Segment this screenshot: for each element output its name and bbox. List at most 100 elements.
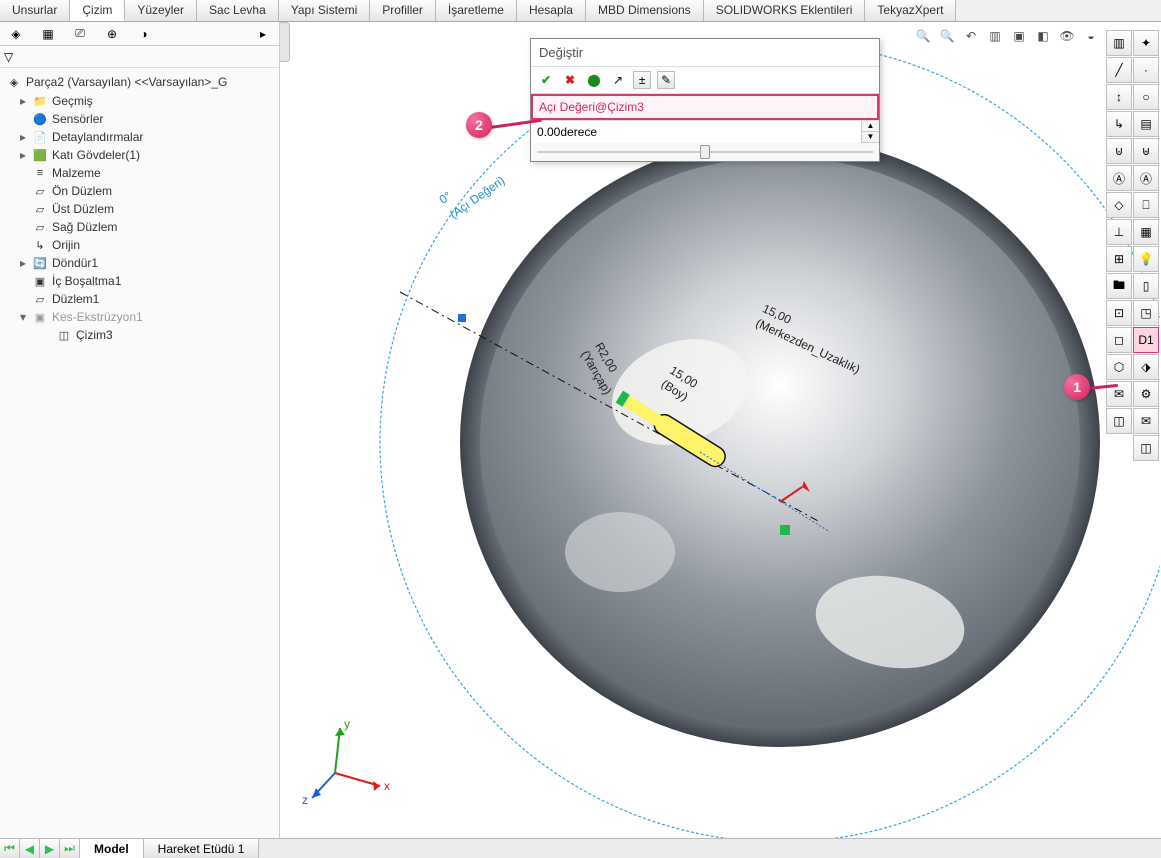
tree-item-1[interactable]: 🔵Sensörler [2, 110, 277, 128]
rt-btn-a13[interactable]: ⬡ [1106, 354, 1132, 380]
rt-btn-a1[interactable]: ▥ [1106, 30, 1132, 56]
dim-expert-icon[interactable]: ⊕ [100, 24, 124, 44]
mark-icon[interactable]: ✎ [657, 71, 675, 89]
tree-item-13[interactable]: ◫Çizim3 [2, 326, 277, 344]
rt-btn-b11[interactable]: ◳ [1133, 300, 1159, 326]
feature-tree-icon[interactable]: ◈ [4, 24, 28, 44]
rt-btn-a4[interactable]: ↳ [1106, 111, 1132, 137]
command-manager-tabs: Unsurlar Çizim Yüzeyler Sac Levha Yapı S… [0, 0, 1161, 22]
tree-item-icon: ▣ [32, 273, 48, 289]
rt-btn-a6[interactable]: Ⓐ [1106, 165, 1132, 191]
filter-icon[interactable]: ▽ [4, 50, 13, 64]
rt-btn-a11[interactable]: ⊡ [1106, 300, 1132, 326]
tab-yuzeyler[interactable]: Yüzeyler [125, 0, 197, 21]
tree-item-4[interactable]: ≡Malzeme [2, 164, 277, 182]
rt-btn-b8[interactable]: ▦ [1133, 219, 1159, 245]
dimension-name-field[interactable]: Açı Değeri@Çizim3 [531, 94, 879, 120]
rt-btn-d1[interactable]: D1 [1133, 327, 1159, 353]
cancel-icon[interactable]: ✖ [561, 71, 579, 89]
value-slider[interactable] [531, 143, 879, 161]
tree-item-8[interactable]: ↳Orijin [2, 236, 277, 254]
tree-item-6[interactable]: ▱Üst Düzlem [2, 200, 277, 218]
rt-btn-a9[interactable]: ⊞ [1106, 246, 1132, 272]
bottom-tab-model[interactable]: Model [80, 839, 144, 858]
tree-item-icon: 📁 [32, 93, 48, 109]
nav-last-icon[interactable]: ⏭ [60, 839, 80, 858]
tree-item-3[interactable]: ▸🟩Katı Gövdeler(1) [2, 146, 277, 164]
rt-btn-b5[interactable]: ⊎ [1133, 138, 1159, 164]
rt-btn-b4[interactable]: ▤ [1133, 111, 1159, 137]
value-spinners[interactable]: ▲ ▼ [861, 121, 879, 143]
tab-mbd[interactable]: MBD Dimensions [586, 0, 704, 21]
dimension-value-input[interactable] [531, 121, 861, 143]
tab-sac-levha[interactable]: Sac Levha [197, 0, 279, 21]
tree-item-0[interactable]: ▸📁Geçmiş [2, 92, 277, 110]
feature-tree: ◈ Parça2 (Varsayılan) <<Varsayılan>_G ▸ 📁… [0, 68, 279, 838]
tree-expand-icon[interactable]: ▸ [18, 94, 28, 108]
view-triad[interactable]: x y z [300, 718, 400, 808]
accept-icon[interactable]: ✔ [537, 71, 555, 89]
tree-item-5[interactable]: ▱Ön Düzlem [2, 182, 277, 200]
panel-expand-icon[interactable]: ▸ [251, 24, 275, 44]
rt-btn-b6[interactable]: Ⓐ [1133, 165, 1159, 191]
tab-yapi-sistemi[interactable]: Yapı Sistemi [279, 0, 370, 21]
rt-btn-b10[interactable]: ▯ [1133, 273, 1159, 299]
rt-btn-b16[interactable]: ◫ [1133, 435, 1159, 461]
spin-down-icon[interactable]: ▼ [862, 132, 879, 143]
bottom-tab-motion[interactable]: Hareket Etüdü 1 [144, 839, 260, 858]
rt-btn-a8[interactable]: ⊥ [1106, 219, 1132, 245]
rt-btn-b15[interactable]: ✉ [1133, 408, 1159, 434]
tree-item-2[interactable]: ▸📄Detaylandırmalar [2, 128, 277, 146]
tree-expand-icon[interactable]: ▸ [18, 256, 28, 270]
graphics-viewport[interactable]: 🔍 🔍 ↶ ▥ ▣ ◧ 👁 ◒ [290, 22, 1161, 838]
triad-x-label: x [384, 779, 390, 793]
rt-btn-b2[interactable]: · [1133, 57, 1159, 83]
nav-first-icon[interactable]: ⏮ [0, 839, 20, 858]
tree-expand-icon[interactable]: ▸ [18, 148, 28, 162]
tab-cizim[interactable]: Çizim [70, 0, 125, 21]
tab-profiller[interactable]: Profiller [370, 0, 436, 21]
triad-y-label: y [344, 718, 350, 731]
config-manager-icon[interactable]: ⎚ [68, 24, 92, 44]
rt-btn-b13[interactable]: ⬗ [1133, 354, 1159, 380]
tree-root[interactable]: ◈ Parça2 (Varsayılan) <<Varsayılan>_G [2, 72, 277, 92]
rt-btn-b9[interactable]: 💡 [1133, 246, 1159, 272]
rt-btn-a12[interactable]: ◻ [1106, 327, 1132, 353]
rt-btn-a5[interactable]: ⊍ [1106, 138, 1132, 164]
nav-prev-icon[interactable]: ◀ [20, 839, 40, 858]
tree-item-icon: ▱ [32, 201, 48, 217]
rt-btn-b7[interactable]: ⎕ [1133, 192, 1159, 218]
rt-btn-a10[interactable]: 🖿 [1106, 273, 1132, 299]
tree-expand-icon[interactable]: ▾ [18, 310, 28, 324]
rebuild-icon[interactable]: ⬤ [585, 71, 603, 89]
property-manager-icon[interactable]: ▦ [36, 24, 60, 44]
rt-btn-a15[interactable]: ◫ [1106, 408, 1132, 434]
tree-expand-icon[interactable]: ▸ [18, 130, 28, 144]
tree-item-7[interactable]: ▱Sağ Düzlem [2, 218, 277, 236]
rt-btn-b1[interactable]: ✦ [1133, 30, 1159, 56]
nav-next-icon[interactable]: ▶ [40, 839, 60, 858]
display-manager-icon[interactable]: ◑ [132, 24, 156, 44]
tab-tekyazxpert[interactable]: TekyazXpert [865, 0, 956, 21]
tab-hesapla[interactable]: Hesapla [517, 0, 586, 21]
spin-increment-icon[interactable]: ± [633, 71, 651, 89]
modify-dialog[interactable]: Değiştir ✔ ✖ ⬤ ↗ ± ✎ Açı Değeri@Çizim3 ▲… [530, 38, 880, 162]
rt-btn-a2[interactable]: ╱ [1106, 57, 1132, 83]
rt-btn-a7[interactable]: ◇ [1106, 192, 1132, 218]
tab-isaretleme[interactable]: İşaretleme [436, 0, 517, 21]
rt-btn-a3[interactable]: ↕ [1106, 84, 1132, 110]
tab-unsurlar[interactable]: Unsurlar [0, 0, 70, 21]
tab-eklentiler[interactable]: SOLIDWORKS Eklentileri [704, 0, 866, 21]
reverse-icon[interactable]: ↗ [609, 71, 627, 89]
rt-btn-b14[interactable]: ⚙ [1133, 381, 1159, 407]
callout-2: 2 [466, 112, 492, 138]
tree-item-12[interactable]: ▾▣Kes-Ekstrüzyon1 [2, 308, 277, 326]
right-toolbar: ▥ ╱ ↕ ↳ ⊍ Ⓐ ◇ ⊥ ⊞ 🖿 ⊡ ◻ ⬡ ✉ ◫ ✦ · ○ ▤ ⊎ … [1106, 30, 1159, 461]
spin-up-icon[interactable]: ▲ [862, 121, 879, 132]
tree-item-10[interactable]: ▣İç Boşaltma1 [2, 272, 277, 290]
rt-btn-b3[interactable]: ○ [1133, 84, 1159, 110]
tree-item-icon: 📄 [32, 129, 48, 145]
tree-item-11[interactable]: ▱Düzlem1 [2, 290, 277, 308]
tree-item-9[interactable]: ▸🔄Döndür1 [2, 254, 277, 272]
panel-collapse-handle[interactable] [280, 22, 290, 62]
